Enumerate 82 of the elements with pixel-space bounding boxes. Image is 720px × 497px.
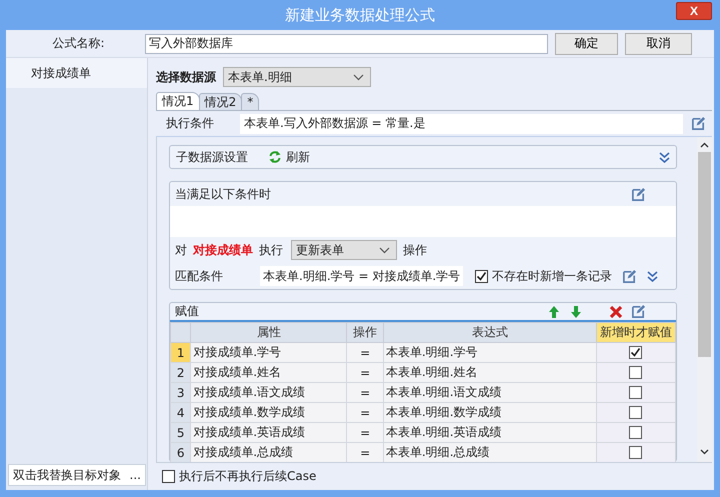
- case-tab[interactable]: *: [241, 93, 260, 110]
- table-cell: 本表单.明细.数学成绩: [383, 402, 596, 422]
- edit-icon[interactable]: [622, 268, 638, 284]
- column-header[interactable]: 操作: [346, 322, 384, 342]
- sidebar-item[interactable]: 对接成绩单: [6, 58, 147, 88]
- execute-label: 执行: [259, 242, 283, 258]
- row-number[interactable]: 4: [170, 402, 191, 422]
- table-cell: 本表单.明细.语文成绩: [383, 382, 596, 402]
- browse-button[interactable]: ...: [130, 468, 141, 482]
- row-number[interactable]: 6: [170, 442, 191, 462]
- row-number[interactable]: 5: [170, 422, 191, 442]
- insert-if-missing-label: 不存在时新增一条记录: [492, 268, 612, 284]
- replace-target-field[interactable]: 双击我替换目标对象 ...: [8, 464, 146, 486]
- scroll-down-icon[interactable]: [700, 447, 709, 456]
- condition-panel-title: 当满足以下条件时: [175, 186, 271, 202]
- table-cell: 本表单.明细.学号: [383, 342, 596, 362]
- table-cell: 对接成绩单.姓名: [190, 362, 347, 382]
- row-number[interactable]: 1: [170, 342, 191, 362]
- column-header[interactable]: 表达式: [383, 322, 596, 342]
- down-arrow-icon[interactable]: [569, 304, 583, 318]
- scroll-up-icon[interactable]: [700, 141, 709, 150]
- checkbox[interactable]: [629, 446, 642, 459]
- table-cell: =: [346, 362, 384, 382]
- formula-name-field[interactable]: 写入外部数据库: [145, 34, 548, 54]
- window-title: 新建业务数据处理公式: [285, 6, 435, 24]
- data-source-label: 选择数据源: [156, 68, 216, 86]
- checkbox[interactable]: [629, 366, 642, 379]
- stop-after-label: 执行后不再执行后续Case: [179, 468, 316, 485]
- column-header[interactable]: 属性: [190, 322, 347, 342]
- checkbox[interactable]: [629, 346, 642, 359]
- check-icon: [476, 270, 488, 282]
- condition-label: 执行条件: [166, 115, 215, 132]
- match-condition-field[interactable]: 本表单.明细.学号 = 对接成绩单.学号: [260, 266, 464, 286]
- table-cell: =: [346, 442, 384, 462]
- table-cell: =: [346, 342, 384, 362]
- delete-icon[interactable]: [609, 304, 623, 318]
- table-cell: 对接成绩单.数学成绩: [190, 402, 347, 422]
- checkbox[interactable]: [629, 426, 642, 439]
- edit-icon[interactable]: [631, 186, 646, 202]
- case-tab[interactable]: 情况2: [198, 93, 242, 110]
- sub-source-label: 子数据源设置: [176, 148, 248, 166]
- checkbox[interactable]: [629, 386, 642, 399]
- scrollbar-thumb[interactable]: [698, 152, 711, 357]
- table-cell: =: [346, 402, 384, 422]
- table-cell: 对接成绩单.学号: [190, 342, 347, 362]
- replace-target-text: 双击我替换目标对象: [13, 466, 121, 484]
- table-cell: 本表单.明细.姓名: [383, 362, 596, 382]
- table-cell: =: [346, 382, 384, 402]
- checkbox[interactable]: [475, 270, 488, 282]
- close-button[interactable]: X: [676, 2, 712, 20]
- row-header-corner: [170, 322, 191, 342]
- row-number[interactable]: 3: [170, 382, 191, 402]
- table-cell: =: [346, 422, 384, 442]
- refresh-button[interactable]: 刷新: [268, 148, 310, 166]
- table-cell: 本表单.明细.英语成绩: [383, 422, 596, 442]
- row-number[interactable]: 2: [170, 362, 191, 382]
- expand-icon[interactable]: [647, 270, 658, 282]
- data-source-dropdown[interactable]: 本表单.明细: [223, 67, 371, 87]
- condition-field[interactable]: 本表单.写入外部数据源 = 常量.是: [240, 114, 683, 134]
- table-cell: 本表单.明细.总成绩: [383, 442, 596, 462]
- assignment-title: 赋值: [175, 303, 199, 320]
- action-dropdown[interactable]: 更新表单: [291, 240, 397, 260]
- checkbox[interactable]: [629, 406, 642, 419]
- expand-icon[interactable]: [659, 152, 670, 162]
- match-condition-label: 匹配条件: [175, 268, 224, 284]
- target-name: 对接成绩单: [193, 242, 253, 258]
- column-header[interactable]: 新增时才赋值: [596, 322, 676, 342]
- operation-label: 操作: [403, 242, 427, 258]
- formula-name-label: 公式名称:: [51, 35, 106, 52]
- up-arrow-icon[interactable]: [547, 304, 561, 318]
- cancel-button[interactable]: 取消: [625, 32, 692, 54]
- edit-icon[interactable]: [691, 116, 706, 131]
- target-prefix-label: 对: [175, 242, 187, 258]
- case-tab[interactable]: 情况1: [156, 92, 200, 110]
- table-cell: 对接成绩单.英语成绩: [190, 422, 347, 442]
- refresh-icon: [268, 150, 282, 164]
- edit-icon[interactable]: [631, 304, 646, 319]
- table-cell: 对接成绩单.语文成绩: [190, 382, 347, 402]
- check-icon: [630, 347, 642, 358]
- table-cell: 对接成绩单.总成绩: [190, 442, 347, 462]
- confirm-button[interactable]: 确定: [555, 32, 618, 54]
- checkbox[interactable]: [162, 470, 175, 483]
